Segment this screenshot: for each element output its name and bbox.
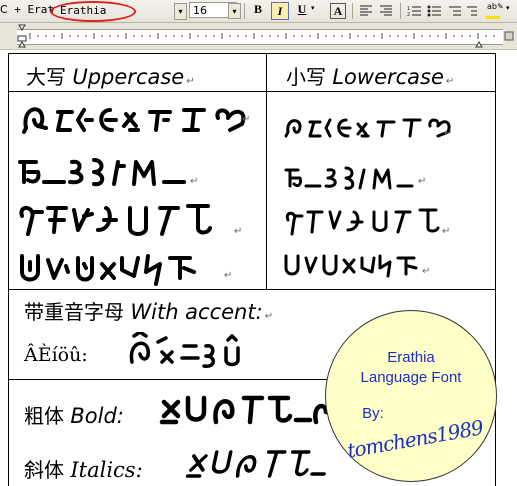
italic-glyph-sample [185,450,326,478]
paragraph-mark-icon: ↵ [418,176,427,187]
toolbar-separator [244,3,245,19]
header-uppercase-latin: Uppercase [72,65,185,89]
table-border-top [8,53,496,54]
italic-button[interactable]: I [271,2,289,20]
style-box[interactable]: Ⅽ + Erat [0,3,54,16]
hanging-indent-marker-icon[interactable] [18,41,26,48]
header-lowercase-latin: Lowercase [332,65,444,89]
bold-heading-cjk: 粗体 [24,404,64,428]
list-icons[interactable]: 12 [407,4,477,18]
paragraph-mark-icon: ↵ [442,226,451,237]
uppercase-glyph-sample [18,107,246,286]
bold-heading-latin: Bold: [70,404,124,428]
table-column-divider [266,53,267,289]
first-line-indent-marker-icon[interactable] [18,24,26,31]
ruler-ticks [17,24,514,48]
paragraph-mark-icon: ↵ [224,270,233,281]
lowercase-glyph-sample [284,118,451,278]
table-row-divider [8,91,496,92]
size-dropdown-arrow-icon[interactable]: ▾ [228,3,241,19]
tab-selector-icon[interactable] [504,31,514,41]
bold-heading: 粗体 Bold: [24,400,124,429]
accent-glyph-sample [129,332,240,368]
paragraph-mark-icon: ↵ [186,76,195,87]
underline-dropdown-icon[interactable]: ▾ [311,4,315,12]
formatting-toolbar: Ⅽ + Erat ▾ Erathia ▾ 16 ▾ B I U ▾ A 12 a… [0,0,517,23]
table-row-divider [8,289,496,290]
toolbar-separator [352,3,353,19]
italic-heading: 斜体 Italics: [24,454,143,483]
highlight-color-swatch [486,16,500,19]
paragraph-mark-icon: ↵ [234,226,243,237]
font-dropdown-arrow-icon[interactable]: ▾ [174,3,187,20]
header-lowercase: 小写 Lowercase ↵ [286,61,454,90]
horizontal-ruler[interactable] [0,23,517,50]
character-border-button[interactable]: A [330,3,346,19]
paragraph-mark-icon: ↵ [190,176,199,187]
paragraph-mark-icon: ↵ [264,311,274,322]
table-border-left [8,53,9,486]
header-uppercase-cjk: 大写 [26,65,66,89]
header-lowercase-cjk: 小写 [286,65,326,89]
paragraph-mark-icon: ↵ [445,76,455,87]
badge-by-label: By: [362,405,384,422]
accent-heading-cjk: 带重音字母 [24,300,124,324]
toolbar-separator [400,3,401,19]
highlight-dropdown-icon[interactable]: ▾ [506,4,510,12]
italic-heading-cjk: 斜体 [24,458,64,482]
badge-subtitle: Language Font [360,369,462,386]
paragraph-mark-icon: ↵ [242,114,251,125]
svg-text:2: 2 [407,12,410,18]
accent-heading-latin: With accent: [130,300,263,324]
left-indent-marker-icon[interactable] [17,35,27,42]
highlight-color-button[interactable]: ab✎ [484,2,504,20]
italic-heading-latin: Italics: [70,458,143,482]
paragraph-mark-icon: ↵ [422,266,431,277]
paragraph-mark-icon: ↵ [444,128,453,139]
header-uppercase: 大写 Uppercase ↵ [26,61,195,90]
font-credit-badge: Erathia Language Font By: tomchens1989 [325,310,497,482]
highlight-oval [50,1,136,22]
right-indent-marker-icon[interactable] [475,41,483,48]
highlighter-icon: ab✎ [487,2,504,11]
badge-title: Erathia [387,349,435,366]
underline-button[interactable]: U [293,2,311,20]
accent-sample-text: ÂÈíöû: [24,344,88,366]
accent-heading: 带重音字母 With accent: ↵ [24,296,273,325]
bold-button[interactable]: B [249,2,267,20]
